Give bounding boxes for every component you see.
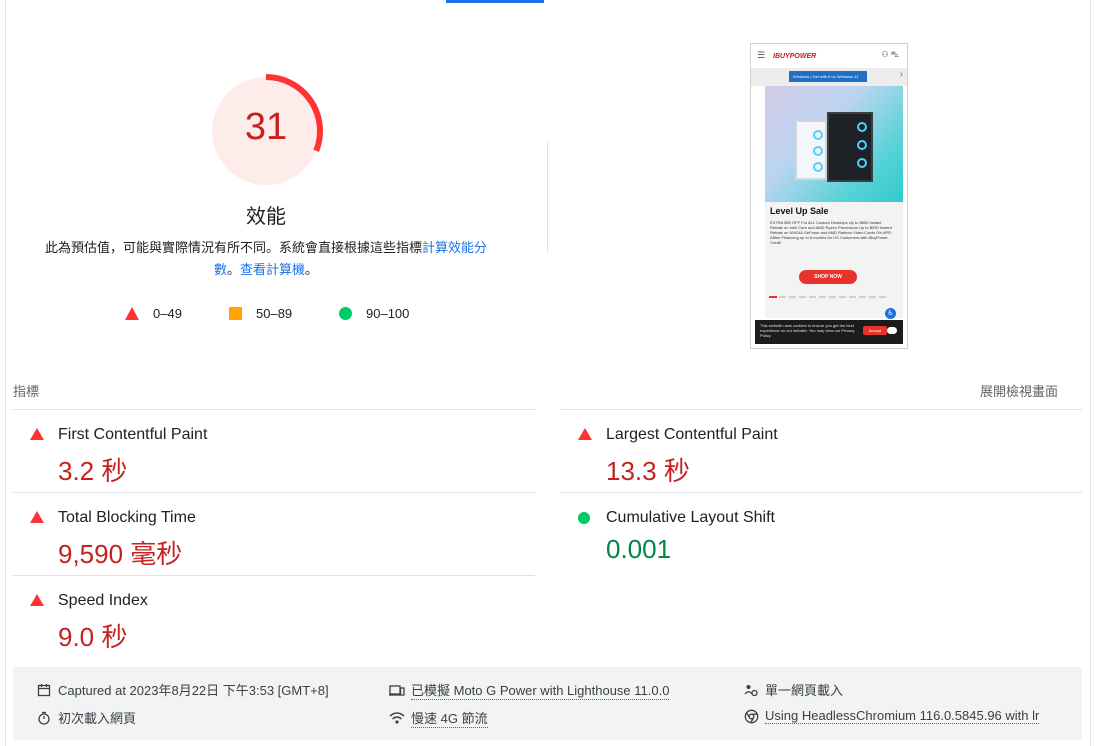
description-end: 。 xyxy=(305,262,319,277)
cookie-text: This website uses cookies to ensure you … xyxy=(760,323,855,338)
metrics-divider xyxy=(561,492,1082,493)
carousel-active-dot xyxy=(769,296,777,298)
legend-pass: 90–100 xyxy=(339,304,409,322)
user-cart-icon: ⚇ ⛍ xyxy=(881,50,899,59)
promo-title: Level Up Sale xyxy=(770,206,829,216)
report-left-border xyxy=(5,0,6,746)
report-right-border xyxy=(1090,0,1091,746)
hero-image xyxy=(765,86,903,202)
metric-total-blocking-time[interactable]: Total Blocking Time 9,590 毫秒 xyxy=(28,504,498,584)
description-text: 此為預估值，可能與實際情況有所不同。系統會直接根據這些指標 xyxy=(44,240,422,255)
performance-score: 31 xyxy=(244,106,288,148)
metric-name: Total Blocking Time xyxy=(58,509,196,526)
white-pc-case xyxy=(795,120,827,180)
performance-title: 效能 xyxy=(246,206,286,228)
legend-average-label: 50–89 xyxy=(256,305,293,321)
black-pc-case xyxy=(827,112,873,182)
metric-largest-contentful-paint[interactable]: Largest Contentful Paint 13.3 秒 xyxy=(576,421,1046,501)
chrome-icon xyxy=(743,708,759,724)
runtime-settings xyxy=(13,667,1082,740)
session-text: 單一網頁載入 xyxy=(765,683,844,698)
chevron-right-icon: › xyxy=(899,69,903,80)
active-tab-indicator xyxy=(446,0,544,3)
green-circle-icon xyxy=(339,306,352,320)
device-text[interactable]: 已模擬 Moto G Power with Lighthouse 11.0.0 xyxy=(411,680,670,700)
score-description: 此為預估值，可能與實際情況有所不同。系統會直接根據這些指標計算效能分數。查看計算… xyxy=(40,237,492,281)
hamburger-icon: ☰ xyxy=(757,50,766,60)
shop-now-button: SHOP NOW xyxy=(799,270,857,284)
captured-time-text: Captured at 2023年8月22日 下午3:53 [GMT+8] xyxy=(58,683,329,698)
promo-text: EXTRA $50 OFF For ALL Custom Desktops Up… xyxy=(770,220,892,245)
metrics-divider xyxy=(13,409,535,410)
device-item: 已模擬 Moto G Power with Lighthouse 11.0.0 xyxy=(389,680,670,700)
view-calculator-link[interactable]: 查看計算機 xyxy=(240,262,305,277)
metric-speed-index[interactable]: Speed Index 9.0 秒 xyxy=(28,587,498,667)
metric-value: 9.0 秒 xyxy=(58,622,128,652)
metrics-divider xyxy=(13,492,535,493)
expand-view-toggle[interactable]: 展開檢視畫面 xyxy=(980,381,1058,400)
metric-value: 9,590 毫秒 xyxy=(58,539,183,569)
description-separator: 。 xyxy=(226,262,240,277)
metric-name: Speed Index xyxy=(58,592,148,609)
metric-value: 3.2 秒 xyxy=(58,456,128,486)
metrics-section-label: 指標 xyxy=(13,384,40,399)
cookie-accept-button: Accept xyxy=(863,326,887,335)
shot-logo: IBUYPOWER xyxy=(773,53,817,60)
metrics-divider xyxy=(13,575,535,576)
accessibility-icon: ♿ xyxy=(885,308,896,319)
metric-value: 13.3 秒 xyxy=(606,456,690,486)
throttling-item: 慢速 4G 節流 xyxy=(389,708,488,728)
windows-banner: Windows | Get with it on Windows 11 xyxy=(789,71,867,82)
browser-item: Using HeadlessChromium 116.0.5845.96 wit… xyxy=(743,708,1040,724)
legend-fail-label: 0–49 xyxy=(153,305,182,321)
fail-triangle-icon xyxy=(30,594,44,606)
legend-average: 50–89 xyxy=(229,304,292,322)
final-screenshot[interactable]: ☰ IBUYPOWER ⚇ ⛍ Windows | Get with it on… xyxy=(750,43,908,349)
metrics-divider xyxy=(561,409,1082,410)
fail-triangle-icon xyxy=(30,428,44,440)
throttling-text[interactable]: 慢速 4G 節流 xyxy=(411,708,488,728)
session-item: 單一網頁載入 xyxy=(743,680,843,699)
metric-cumulative-layout-shift[interactable]: Cumulative Layout Shift 0.001 xyxy=(576,504,1046,584)
metric-name: First Contentful Paint xyxy=(58,426,208,443)
legend-fail: 0–49 xyxy=(125,304,182,322)
legend-pass-label: 90–100 xyxy=(366,305,410,321)
captured-time-item: Captured at 2023年8月22日 下午3:53 [GMT+8] xyxy=(36,680,329,699)
load-type-item: 初次載入網頁 xyxy=(36,708,136,727)
wifi-icon xyxy=(389,710,405,726)
fail-triangle-icon xyxy=(30,511,44,523)
metric-value: 0.001 xyxy=(606,534,672,564)
orange-square-icon xyxy=(229,306,242,320)
calendar-icon xyxy=(36,682,52,698)
person-icon xyxy=(743,682,759,698)
red-triangle-icon xyxy=(125,306,139,320)
browser-text[interactable]: Using HeadlessChromium 116.0.5845.96 wit… xyxy=(765,708,1040,724)
gauge-divider xyxy=(547,142,548,252)
devices-icon xyxy=(389,682,405,698)
carousel-dots xyxy=(769,296,889,298)
metric-first-contentful-paint[interactable]: First Contentful Paint 3.2 秒 xyxy=(28,421,498,501)
pass-circle-icon xyxy=(578,512,590,524)
metric-name: Cumulative Layout Shift xyxy=(606,509,775,526)
load-type-text: 初次載入網頁 xyxy=(58,711,137,726)
stopwatch-icon xyxy=(36,710,52,726)
metric-name: Largest Contentful Paint xyxy=(606,426,778,443)
fail-triangle-icon xyxy=(578,428,592,440)
cookie-toggle xyxy=(887,327,897,334)
